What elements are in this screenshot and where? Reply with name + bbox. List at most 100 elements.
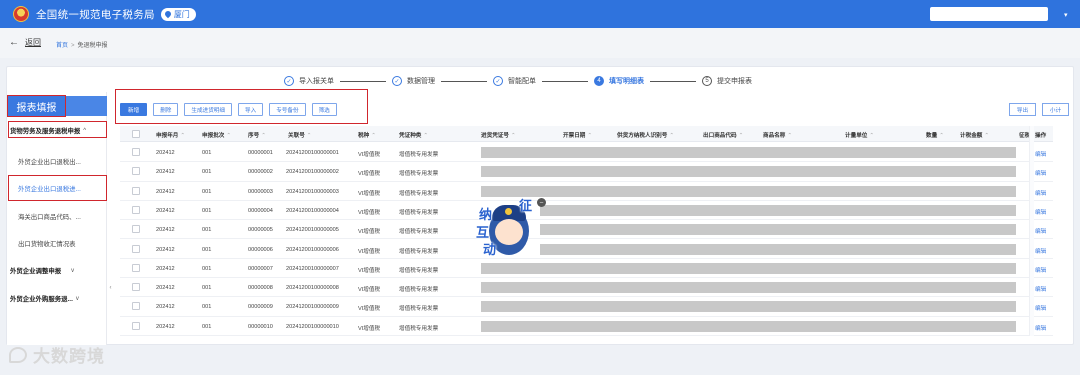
breadcrumb: 首页 > 免退税申报: [56, 43, 108, 49]
watermark: 大数跨境: [9, 342, 105, 367]
table-row: 202412 001 00000008 20241200100000008 VI…: [120, 278, 1053, 298]
edit-link[interactable]: 编辑: [1035, 304, 1046, 312]
back-button[interactable]: ← 返回: [9, 37, 41, 48]
edit-link[interactable]: 编辑: [1035, 324, 1046, 332]
table-header: 申报年月 ⌃ 申报批次 ⌃ 序号 ⌃ 关联号 ⌃ 税种 ⌃ 凭证种类 ⌃ 进货凭证号 ⌃ 开票…: [120, 126, 1053, 142]
mascot-face: [495, 219, 523, 245]
step-connector: [650, 80, 696, 82]
mascot-char: 征: [519, 198, 533, 213]
redacted-data: [481, 320, 1016, 332]
row-checkbox[interactable]: [132, 205, 140, 214]
column-header[interactable]: 出口商品代码 ⌃: [703, 131, 743, 139]
breadcrumb-bar: ← 返回 首页 > 免退税申报: [0, 28, 1080, 58]
table-row: 202412 001 00000009 20241200100000009 VI…: [120, 297, 1053, 317]
row-checkbox[interactable]: [132, 244, 140, 253]
step-2: ✓ 数据管理: [392, 76, 435, 86]
step-connector: [441, 80, 487, 82]
check-circle-icon: ✓: [392, 76, 402, 86]
edit-link[interactable]: 编辑: [1035, 208, 1046, 216]
redacted-data: [540, 243, 1016, 255]
mascot-char: 动: [483, 242, 497, 257]
row-checkbox[interactable]: [132, 283, 140, 292]
row-checkbox[interactable]: [132, 148, 140, 156]
column-header[interactable]: 税种 ⌃: [358, 131, 376, 139]
column-header[interactable]: 计量单位 ⌃: [845, 131, 874, 139]
highlight-box: [115, 89, 368, 124]
table-scrollbar[interactable]: [1029, 126, 1034, 336]
breadcrumb-home[interactable]: 首页: [56, 43, 68, 49]
column-header[interactable]: 凭证种类 ⌃: [399, 131, 428, 139]
sidebar-group-purchase-service[interactable]: 外贸企业外购服务退... v: [10, 294, 79, 304]
badge-icon: [505, 208, 512, 215]
step-3: ✓ 智能配单: [493, 76, 536, 86]
column-header: 操作: [1035, 133, 1047, 139]
row-checkbox[interactable]: [132, 321, 140, 330]
highlight-box: [8, 175, 107, 201]
step-connector: [542, 80, 588, 82]
sidebar-item-customs-code[interactable]: 海关出口商品代码、...: [18, 212, 81, 221]
step-number-badge: 5: [702, 76, 712, 86]
edit-link[interactable]: 编辑: [1035, 169, 1046, 177]
chevron-down-icon[interactable]: ▾: [1064, 11, 1068, 19]
check-circle-icon: ✓: [493, 76, 503, 86]
row-checkbox[interactable]: [132, 225, 140, 234]
user-menu[interactable]: [930, 7, 1048, 21]
column-header[interactable]: 开票日期 ⌃: [563, 131, 592, 139]
watermark-logo-icon: [9, 346, 27, 363]
city-selector[interactable]: 厦门: [160, 7, 196, 21]
sidebar-title: 报表填报: [7, 95, 66, 117]
step-connector: [340, 80, 386, 82]
table-row: 202412 001 00000004 20241200100000004 VI…: [120, 201, 1053, 221]
table-row: 202412 001 00000010 20241200100000010 VI…: [120, 317, 1053, 336]
step-4: 4 填写明细表: [594, 76, 644, 86]
sidebar-item-export-refund-out[interactable]: 外贸企业出口退税出...: [18, 157, 81, 166]
chevron-down-icon: v: [71, 267, 75, 274]
edit-link[interactable]: 编辑: [1035, 247, 1046, 255]
table-row: 202412 001 00000005 20241200100000005 VI…: [120, 220, 1053, 240]
row-checkbox[interactable]: [132, 186, 140, 195]
edit-link[interactable]: 编辑: [1035, 150, 1046, 158]
step-progress: ✓ 导入报关单 ✓ 数据管理 ✓ 智能配单 4 填写明细表 5 提交申报表: [284, 74, 752, 88]
mascot-char: 纳: [479, 207, 493, 222]
column-header[interactable]: 申报年月 ⌃: [156, 131, 185, 139]
column-header[interactable]: 商品名称 ⌃: [763, 131, 792, 139]
breadcrumb-current: 免退税申报: [77, 43, 108, 49]
edit-link[interactable]: 编辑: [1035, 189, 1046, 197]
edit-link[interactable]: 编辑: [1035, 227, 1046, 235]
redacted-data: [540, 204, 1016, 216]
redacted-data: [481, 301, 1016, 313]
row-checkbox[interactable]: [132, 263, 140, 272]
table-row: 202412 001 00000001 20241200100000001 VI…: [120, 143, 1053, 163]
column-header[interactable]: 计税金额 ⌃: [960, 131, 989, 139]
close-icon[interactable]: –: [537, 198, 546, 207]
table-row: 202412 001 00000002 20241200100000002 VI…: [120, 162, 1053, 182]
collapse-sidebar-icon[interactable]: ‹: [107, 282, 114, 294]
select-all-checkbox[interactable]: [132, 130, 140, 138]
redacted-data: [481, 166, 1016, 178]
column-header[interactable]: 序号 ⌃: [248, 131, 266, 139]
redacted-data: [481, 282, 1016, 294]
column-header[interactable]: 供货方纳税人识别号 ⌃: [617, 131, 674, 139]
sidebar-group-adjust[interactable]: 外贸企业调整申报 v: [10, 266, 75, 276]
location-pin-icon: [163, 9, 173, 19]
column-header[interactable]: 进货凭证号 ⌃: [481, 131, 516, 139]
redacted-data: [540, 224, 1016, 236]
column-header[interactable]: 数量 ⌃: [926, 131, 944, 139]
row-checkbox[interactable]: [132, 167, 140, 176]
column-header[interactable]: 关联号 ⌃: [288, 131, 311, 139]
export-button[interactable]: 导出: [1009, 103, 1036, 116]
column-header[interactable]: 申报批次 ⌃: [202, 131, 231, 139]
table-row: 202412 001 00000006 20241200100000006 VI…: [120, 240, 1053, 259]
national-emblem-icon: [13, 6, 29, 22]
top-bar: 全国统一规范电子税务局 厦门: [0, 0, 1080, 28]
table-row: 202412 001 00000007 20241200100000007 VI…: [120, 259, 1053, 279]
sidebar-item-forex-receipt[interactable]: 出口货物收汇情况表: [18, 239, 76, 248]
row-checkbox[interactable]: [132, 302, 140, 311]
edit-link[interactable]: 编辑: [1035, 266, 1046, 274]
arrow-left-icon: ←: [9, 37, 19, 48]
check-circle-icon: ✓: [284, 76, 294, 86]
redacted-data: [481, 262, 1016, 274]
edit-link[interactable]: 编辑: [1035, 285, 1046, 293]
assistant-mascot[interactable]: 征 纳 互 动 –: [476, 195, 546, 261]
subtotal-button[interactable]: 小计: [1042, 103, 1069, 116]
